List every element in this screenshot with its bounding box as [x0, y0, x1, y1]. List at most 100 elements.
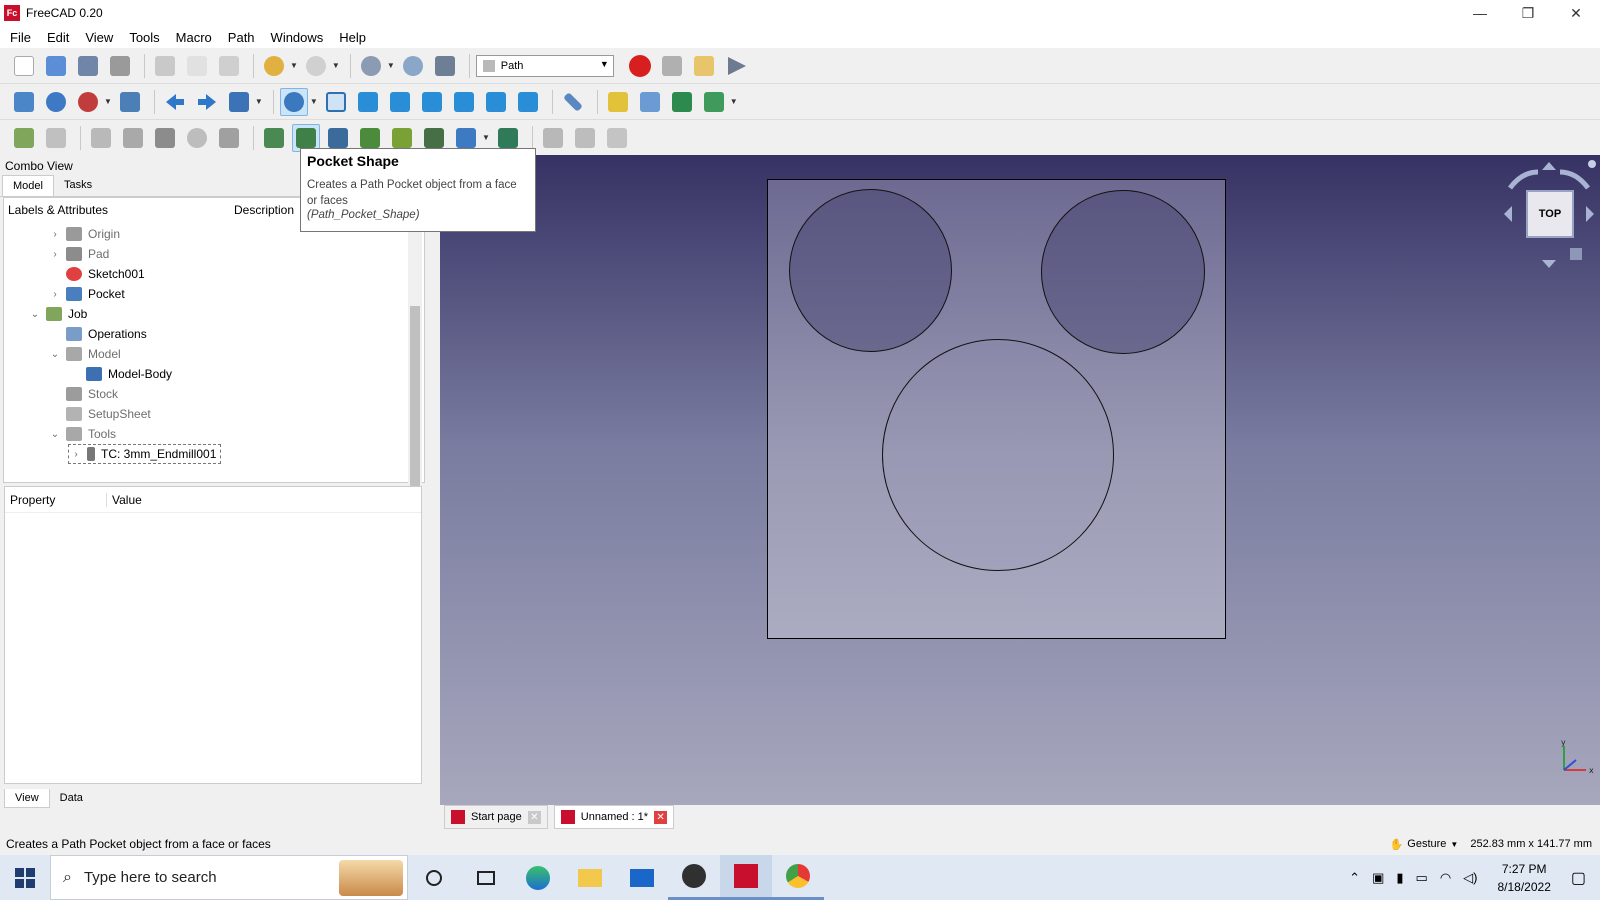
collapse-arrow-icon[interactable]: ⌄	[28, 309, 42, 320]
tree-item-tools[interactable]: ⌄ Tools	[48, 424, 116, 444]
link-button[interactable]	[668, 88, 696, 116]
tree-item-stock[interactable]: Stock	[48, 384, 118, 404]
tree-item-sketch001[interactable]: Sketch001	[48, 264, 145, 284]
wifi-icon[interactable]: ◠	[1440, 870, 1451, 886]
circle-hole-right[interactable]	[1041, 190, 1205, 354]
measure-distance-button[interactable]	[559, 88, 587, 116]
undo-dropdown-icon[interactable]: ▼	[290, 61, 298, 70]
tab-data[interactable]: Data	[50, 789, 93, 808]
dressup-button[interactable]	[539, 124, 567, 152]
isometric-view-button[interactable]	[322, 88, 350, 116]
macro-run-button[interactable]	[722, 52, 750, 80]
array-button[interactable]	[215, 124, 243, 152]
maximize-button[interactable]: ❐	[1504, 0, 1552, 26]
fit-selection-button[interactable]	[42, 88, 70, 116]
close-button[interactable]: ✕	[1552, 0, 1600, 26]
menu-tools[interactable]: Tools	[121, 30, 167, 45]
tree-item-model-body[interactable]: Model-Body	[68, 364, 172, 384]
menu-file[interactable]: File	[2, 30, 39, 45]
expand-arrow-icon[interactable]: ›	[69, 449, 83, 460]
whats-this-button[interactable]	[431, 52, 459, 80]
column-labels-attributes[interactable]: Labels & Attributes	[4, 203, 230, 217]
taskbar-search-box[interactable]: ⌕ Type here to search	[50, 855, 408, 900]
sync-view-button[interactable]	[225, 88, 253, 116]
taskbar-clock[interactable]: 7:27 PM 8/18/2022	[1497, 860, 1550, 896]
device-icon[interactable]: ▣	[1372, 870, 1384, 886]
recompute-button[interactable]	[399, 52, 427, 80]
tree-item-setupsheet[interactable]: SetupSheet	[48, 404, 151, 424]
tree-item-operations[interactable]: Operations	[48, 324, 147, 344]
undo-button[interactable]	[260, 52, 288, 80]
redo-dropdown-icon[interactable]: ▼	[332, 61, 340, 70]
save-button[interactable]	[74, 52, 102, 80]
task-view-button[interactable]	[460, 855, 512, 900]
cortana-button[interactable]	[408, 855, 460, 900]
macro-record-button[interactable]	[626, 52, 654, 80]
open-button[interactable]	[42, 52, 70, 80]
tree-item-pad[interactable]: › Pad	[48, 244, 109, 264]
close-tab-icon[interactable]: ✕	[654, 810, 668, 824]
volume-icon[interactable]: ◁)	[1463, 870, 1477, 886]
check-dropdown-icon[interactable]: ▼	[387, 61, 395, 70]
doc-tab-unnamed[interactable]: Unnamed : 1* ✕	[553, 805, 675, 829]
column-description[interactable]: Description	[230, 203, 294, 217]
expand-arrow-icon[interactable]: ›	[48, 229, 62, 240]
tree-scrollbar[interactable]	[408, 228, 422, 500]
paste-button[interactable]	[215, 52, 243, 80]
close-tab-icon[interactable]: ✕	[527, 810, 541, 824]
minimize-button[interactable]: —	[1456, 0, 1504, 26]
top-view-button[interactable]	[386, 88, 414, 116]
copy-button[interactable]	[183, 52, 211, 80]
tab-model[interactable]: Model	[2, 175, 54, 196]
circle-hole-left[interactable]	[789, 189, 952, 352]
taskbar-edge[interactable]	[512, 855, 564, 900]
forward-button[interactable]	[193, 88, 221, 116]
tree-item-model[interactable]: ⌄ Model	[48, 344, 121, 364]
link-actions-button[interactable]	[700, 88, 728, 116]
tab-tasks[interactable]: Tasks	[54, 175, 102, 196]
tree-item-tool-controller[interactable]: › TC: 3mm_Endmill001	[68, 444, 222, 464]
show-hidden-icons-icon[interactable]: ⌃	[1349, 870, 1360, 886]
menu-edit[interactable]: Edit	[39, 30, 77, 45]
navigation-style-selector[interactable]: ✋ Gesture ▼	[1390, 838, 1459, 851]
create-group-button[interactable]	[636, 88, 664, 116]
face-button[interactable]	[260, 124, 288, 152]
menu-view[interactable]: View	[77, 30, 121, 45]
refresh-check-button[interactable]	[357, 52, 385, 80]
notifications-icon[interactable]: ▢	[1571, 868, 1586, 888]
column-property[interactable]: Property	[5, 492, 107, 507]
navigation-cube[interactable]: TOP	[1500, 160, 1598, 270]
menu-windows[interactable]: Windows	[263, 30, 332, 45]
bounding-box-button[interactable]	[116, 88, 144, 116]
sphere-button[interactable]	[183, 124, 211, 152]
profile-button[interactable]	[87, 124, 115, 152]
battery-icon[interactable]: ▭	[1416, 870, 1428, 886]
create-part-button[interactable]	[604, 88, 632, 116]
expand-arrow-icon[interactable]: ›	[48, 249, 62, 260]
taskbar-freecad[interactable]	[720, 855, 772, 900]
draw-style-button[interactable]	[74, 88, 102, 116]
macro-edit-button[interactable]	[690, 52, 718, 80]
front-view-button[interactable]	[354, 88, 382, 116]
back-button[interactable]	[161, 88, 189, 116]
draw-style-dropdown-icon[interactable]: ▼	[104, 97, 112, 106]
print-button[interactable]	[106, 52, 134, 80]
doc-tab-start-page[interactable]: Start page ✕	[444, 805, 548, 829]
navcube-face-top[interactable]: TOP	[1526, 190, 1574, 238]
redo-button[interactable]	[302, 52, 330, 80]
taskbar-file-explorer[interactable]	[564, 855, 616, 900]
new-document-button[interactable]	[10, 52, 38, 80]
fit-all-button[interactable]	[10, 88, 38, 116]
tree-item-origin[interactable]: › Origin	[48, 224, 120, 244]
start-button[interactable]	[0, 855, 50, 900]
tab-view[interactable]: View	[4, 789, 50, 808]
cut-button[interactable]	[151, 52, 179, 80]
post-process-button[interactable]	[42, 124, 70, 152]
taskbar-obs[interactable]	[668, 855, 720, 900]
tree-item-job[interactable]: ⌄ Job	[28, 304, 87, 324]
collapse-arrow-icon[interactable]: ⌄	[48, 349, 62, 360]
zoom-button[interactable]	[279, 87, 308, 116]
workbench-selector[interactable]: Path ▼	[475, 54, 614, 77]
menu-path[interactable]: Path	[220, 30, 263, 45]
circle-hole-center[interactable]	[882, 339, 1114, 571]
